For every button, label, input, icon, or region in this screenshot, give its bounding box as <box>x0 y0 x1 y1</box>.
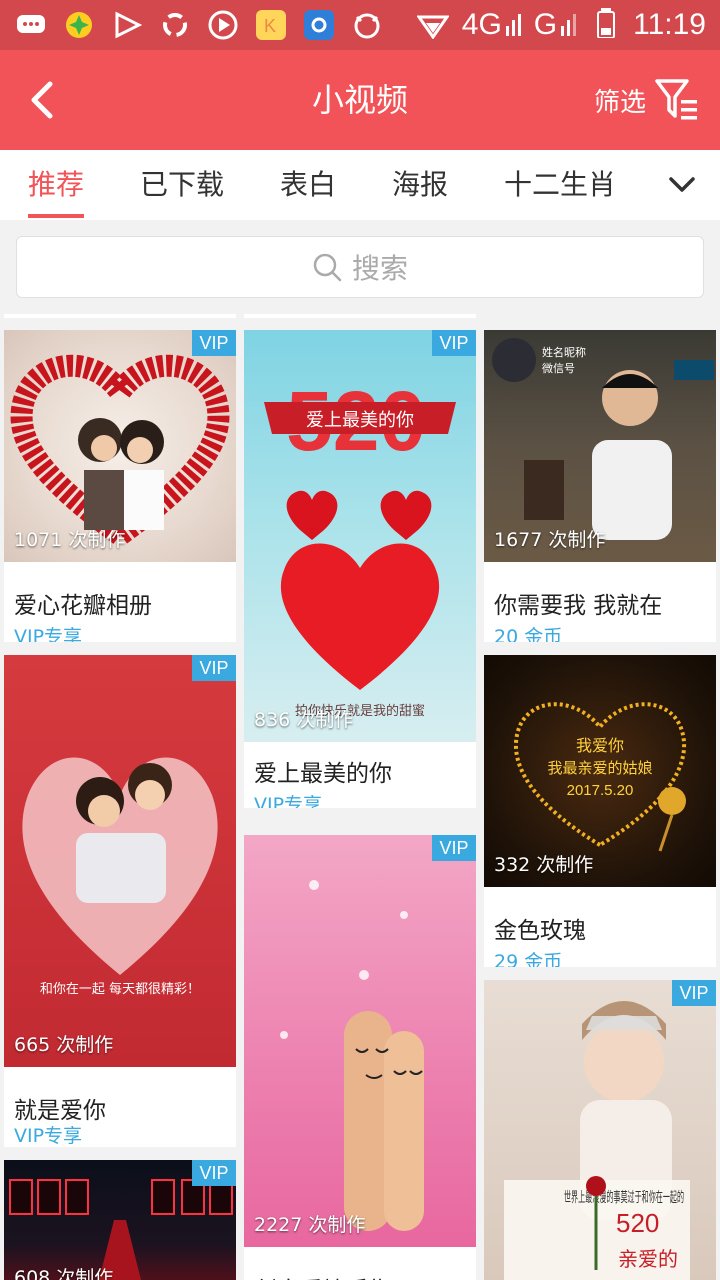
video-card[interactable]: 姓名昵称 微信号 1677 次制作 你需要我 我就在 20 金币 <box>484 330 716 642</box>
play-icon <box>110 8 144 42</box>
card-price: VIP专享 <box>14 1125 83 1147</box>
tab-confession[interactable]: 表白 <box>280 150 336 220</box>
vip-badge: VIP <box>192 655 236 681</box>
make-count: 836 次制作 <box>254 709 354 731</box>
app-header: 小视频 筛选 <box>0 50 720 150</box>
battery-icon <box>597 8 616 42</box>
make-count: 1677 次制作 <box>494 529 606 551</box>
video-card[interactable]: VIP 1071 次制作 爱心花瓣相册 VIP专享 <box>4 330 236 642</box>
vip-badge: VIP <box>432 330 476 356</box>
filter-label: 筛选 <box>593 87 646 118</box>
back-arrow-icon <box>31 81 53 119</box>
signal-g-icon <box>561 10 579 40</box>
card-price: 29 金币 <box>494 951 563 967</box>
status-bar: K 4G G 11:19 <box>0 0 720 50</box>
video-card[interactable]: 世界上最浪漫的事莫过于和你在一起的 520 亲爱的 VIP <box>484 980 716 1280</box>
make-count: 665 次制作 <box>14 1034 114 1056</box>
poster-title: 爱上最美的你 <box>306 410 414 431</box>
message-icon <box>14 8 48 42</box>
lover-caption: 和你在一起 每天都很精彩！ <box>40 981 200 997</box>
video-card[interactable]: VIP 608 次制作 <box>4 1160 236 1280</box>
search-icon <box>313 253 342 282</box>
chevron-down-icon <box>669 177 695 192</box>
video-grid: VIP 1071 次制作 爱心花瓣相册 VIP专享 520 爱上最美的你 拍你快… <box>0 314 720 1280</box>
app-yellow-icon: K <box>254 8 288 42</box>
back-button[interactable] <box>14 72 70 128</box>
card-title: 创意爱情手指 <box>254 1271 392 1280</box>
search-box[interactable]: 搜索 <box>16 236 704 298</box>
card-title: 你需要我 我就在 <box>494 593 663 619</box>
vip-badge: VIP <box>192 330 236 356</box>
clock: 11:19 <box>633 8 706 41</box>
category-tabs: 推荐 已下载 表白 海报 十二生肖 <box>0 150 720 220</box>
card-title: 金色玫瑰 <box>494 918 586 944</box>
refresh-icon <box>158 8 192 42</box>
card-price: VIP专享 <box>254 794 323 808</box>
carrier-label: G <box>533 8 558 41</box>
thumbnail: 520 爱上最美的你 拍你快乐就是我的甜蜜 VIP 836 次制作 <box>244 330 476 742</box>
tab-recommend[interactable]: 推荐 <box>28 150 84 220</box>
vip-badge: VIP <box>432 835 476 861</box>
network-label: 4G <box>461 8 502 41</box>
cat-icon <box>350 8 384 42</box>
signal-4g-icon <box>505 10 524 40</box>
profile-sub: 微信号 <box>542 361 575 375</box>
more-tabs-button[interactable] <box>664 167 700 203</box>
tab-zodiac[interactable]: 十二生肖 <box>504 150 616 220</box>
filter-button[interactable]: 筛选 <box>594 74 700 126</box>
video-card[interactable]: 520 爱上最美的你 拍你快乐就是我的甜蜜 VIP 836 次制作 爱上最美的你… <box>244 330 476 808</box>
wifi-icon <box>416 8 450 42</box>
svg-text:K: K <box>264 16 276 36</box>
video-card[interactable]: 和你在一起 每天都很精彩！ VIP 665 次制作 就是爱你 VIP专享 <box>4 655 236 1147</box>
gold-line-1: 我爱你 <box>576 736 624 755</box>
card-price: 20 金币 <box>494 626 563 642</box>
poster-520-image: 520 爱上最美的你 拍你快乐就是我的甜蜜 <box>264 374 456 719</box>
app-green-icon <box>62 8 96 42</box>
make-count: 608 次制作 <box>14 1267 114 1280</box>
thumbnail: 姓名昵称 微信号 1677 次制作 <box>484 330 716 562</box>
thumbnail: VIP 608 次制作 <box>4 1160 236 1280</box>
thumbnail: VIP 1071 次制作 <box>4 330 236 562</box>
thumbnail: 和你在一起 每天都很精彩！ VIP 665 次制作 <box>4 655 236 1067</box>
search-placeholder: 搜索 <box>351 252 408 285</box>
girl-portrait-image: 世界上最浪漫的事莫过于和你在一起的 520 亲爱的 <box>504 1001 690 1280</box>
filter-icon <box>655 79 697 120</box>
gold-line-3: 2017.5.20 <box>567 782 634 799</box>
portrait-dear: 亲爱的 <box>618 1247 678 1271</box>
make-count: 2227 次制作 <box>254 1214 366 1236</box>
tab-downloaded[interactable]: 已下载 <box>140 150 224 220</box>
gold-line-2: 我最亲爱的姑娘 <box>547 759 652 777</box>
make-count: 332 次制作 <box>494 854 594 876</box>
card-title: 爱心花瓣相册 <box>14 593 152 619</box>
thumbnail: VIP 2227 次制作 <box>244 835 476 1247</box>
vip-badge: VIP <box>192 1160 236 1186</box>
thumbnail: 世界上最浪漫的事莫过于和你在一起的 520 亲爱的 VIP <box>484 980 716 1280</box>
profile-name: 姓名昵称 <box>542 345 586 359</box>
card-title: 爱上最美的你 <box>254 761 392 787</box>
app-blue-icon <box>302 8 336 42</box>
card-title: 就是爱你 <box>14 1098 106 1124</box>
video-player-icon <box>206 8 240 42</box>
finger-couple-image <box>280 880 424 1231</box>
video-card[interactable]: 我爱你 我最亲爱的姑娘 2017.5.20 332 次制作 金色玫瑰 29 金币 <box>484 655 716 967</box>
portrait-note: 世界上最浪漫的事莫过于和你在一起的 <box>564 1190 684 1206</box>
vip-badge: VIP <box>672 980 716 1006</box>
portrait-520: 520 <box>616 1208 659 1238</box>
make-count: 1071 次制作 <box>14 529 126 551</box>
card-price: VIP专享 <box>14 626 83 642</box>
tab-poster[interactable]: 海报 <box>392 150 448 220</box>
thumbnail: 我爱你 我最亲爱的姑娘 2017.5.20 332 次制作 <box>484 655 716 887</box>
lover-heart-image: 和你在一起 每天都很精彩！ <box>22 757 218 997</box>
video-card[interactable]: VIP 2227 次制作 创意爱情手指 <box>244 835 476 1280</box>
